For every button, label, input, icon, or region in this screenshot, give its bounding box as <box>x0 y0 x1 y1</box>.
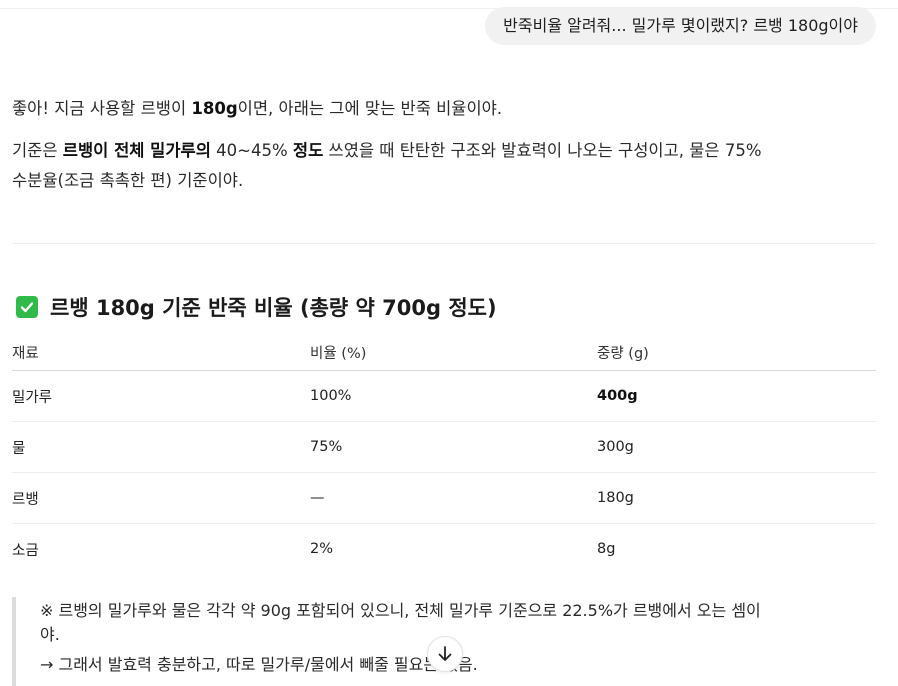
note-line-3: → 그래서 발효력 충분하고, 따로 밀가루/물에서 빼줄 필요는 없음. <box>40 655 478 674</box>
intro-text-end: 이면, 아래는 그에 맞는 반죽 비율이야. <box>237 99 503 118</box>
header-weight: 중량 (g) <box>597 345 649 362</box>
cell-weight: 400g <box>597 388 638 404</box>
section-divider <box>12 243 876 244</box>
cell-ratio: 75% <box>310 439 343 455</box>
note-line-2: 야. <box>40 625 60 644</box>
section-heading: 르뱅 180g 기준 반죽 비율 (총량 약 700g 정도) <box>16 290 497 324</box>
basis-text: 기준은 <box>12 141 63 160</box>
cell-ratio: 100% <box>310 388 352 404</box>
arrow-down-icon <box>438 646 452 661</box>
chat-page: 반죽비율 알려줘... 밀가루 몇이랬지? 르뱅 180g이야 좋아! 지금 사… <box>0 0 898 686</box>
intro-text: 좋아! 지금 사용할 르뱅이 <box>12 99 192 118</box>
intro-bold-text: 180g <box>191 99 238 118</box>
user-message-bubble: 반죽비율 알려줘... 밀가루 몇이랬지? 르뱅 180g이야 <box>485 7 876 45</box>
header-ingredient: 재료 <box>12 345 39 362</box>
basis-bold-text: 르뱅이 전체 밀가루의 <box>62 141 211 160</box>
assistant-basis-paragraph-line2: 수분율(조금 촉촉한 편) 기준이야. <box>12 166 243 196</box>
table-row: 르뱅 — 180g <box>12 473 876 524</box>
basis-bold-text-2: 정도 <box>292 141 324 160</box>
cell-ratio: — <box>310 490 325 506</box>
section-heading-text: 르뱅 180g 기준 반죽 비율 (총량 약 700g 정도) <box>50 296 497 320</box>
cell-weight: 300g <box>597 439 634 455</box>
assistant-basis-paragraph: 기준은 르뱅이 전체 밀가루의 40~45% 정도 쓰였을 때 탄탄한 구조와 … <box>12 136 762 166</box>
ratio-table: 재료 비율 (%) 중량 (g) 밀가루 100% 400g 물 75% 300… <box>12 334 876 574</box>
basis-text-line2: 수분율(조금 촉촉한 편) 기준이야. <box>12 171 244 190</box>
check-mark-icon <box>16 296 38 318</box>
cell-ingredient: 물 <box>12 440 26 457</box>
note-line-1: ※ 르뱅의 밀가루와 물은 각각 약 90g 포함되어 있으니, 전체 밀가루 … <box>40 601 761 620</box>
table-row: 물 75% 300g <box>12 422 876 473</box>
basis-text-end: 쓰였을 때 탄탄한 구조와 발효력이 나오는 구성이고, 물은 75% <box>323 141 762 160</box>
table-row: 밀가루 100% 400g <box>12 371 876 422</box>
cell-ingredient: 밀가루 <box>12 389 53 406</box>
cell-weight: 8g <box>597 541 616 557</box>
user-message-text: 반죽비율 알려줘... 밀가루 몇이랬지? 르뱅 180g이야 <box>503 16 858 35</box>
assistant-intro-paragraph: 좋아! 지금 사용할 르뱅이 180g이면, 아래는 그에 맞는 반죽 비율이야… <box>12 94 502 124</box>
cell-ingredient: 소금 <box>12 542 39 559</box>
header-ratio: 비율 (%) <box>310 345 367 362</box>
cell-weight: 180g <box>597 490 634 506</box>
table-header-row: 재료 비율 (%) 중량 (g) <box>12 334 876 371</box>
cell-ingredient: 르뱅 <box>12 491 39 508</box>
cell-ratio: 2% <box>310 541 334 557</box>
table-row: 소금 2% 8g <box>12 524 876 574</box>
scroll-to-bottom-button[interactable] <box>427 636 463 672</box>
basis-percent-text: 40~45% <box>210 141 293 160</box>
